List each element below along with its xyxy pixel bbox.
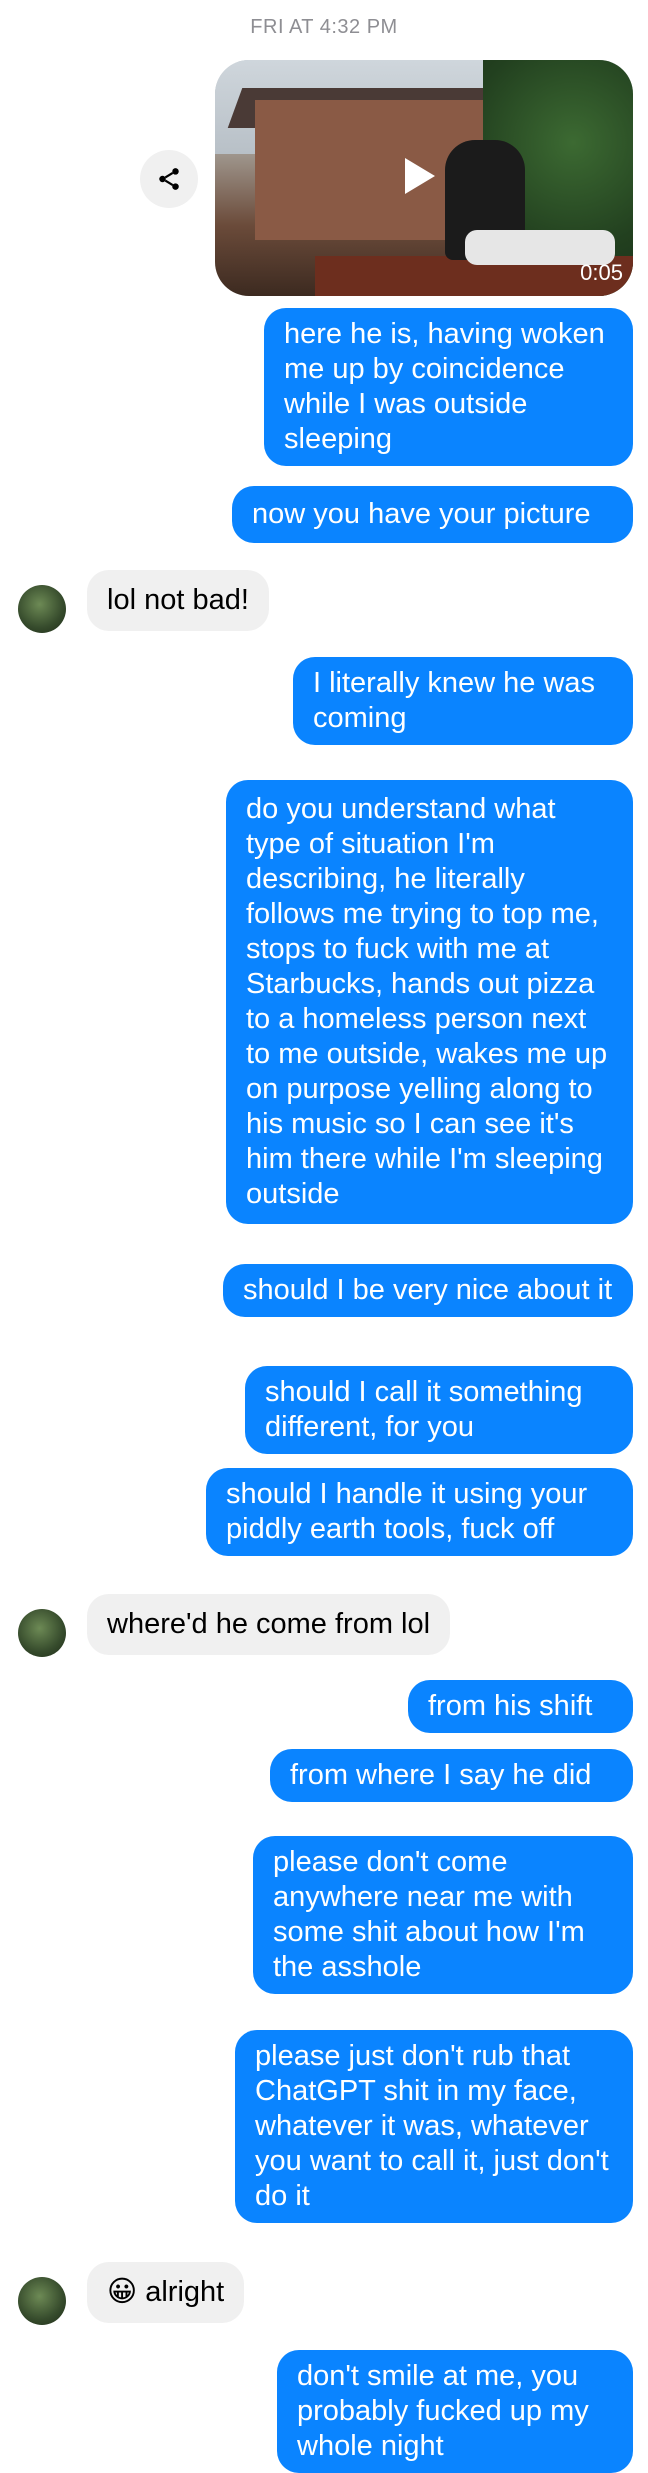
- message-text: here he is, having woken me up by coinci…: [284, 318, 605, 455]
- message-text: please just don't rub that ChatGPT shit …: [255, 2040, 609, 2212]
- share-icon: [159, 168, 179, 190]
- message-bubble-incoming[interactable]: 😀 alright: [87, 2262, 245, 2323]
- message-text: from his shift: [428, 1690, 593, 1722]
- smile-emoji-icon: 😀: [107, 2276, 138, 2308]
- avatar[interactable]: [18, 2277, 66, 2325]
- video-attachment[interactable]: 0:05: [215, 60, 633, 296]
- message-bubble-outgoing[interactable]: should I handle it using your piddly ear…: [206, 1468, 633, 1556]
- share-button[interactable]: [140, 150, 198, 208]
- message-text: lol not bad!: [107, 584, 249, 616]
- message-text: don't smile at me, you probably fucked u…: [297, 2360, 589, 2462]
- message-text: should I handle it using your piddly ear…: [226, 1478, 588, 1545]
- message-text: do you understand what type of situation…: [246, 793, 608, 1210]
- message-bubble-incoming[interactable]: where'd he come from lol: [87, 1594, 451, 1655]
- message-bubble-outgoing[interactable]: from where I say he did: [270, 1749, 633, 1802]
- message-bubble-outgoing[interactable]: should I call it something different, fo…: [245, 1366, 633, 1454]
- message-bubble-outgoing[interactable]: do you understand what type of situation…: [226, 780, 633, 1224]
- message-bubble-outgoing[interactable]: please don't come anywhere near me with …: [253, 1836, 633, 1994]
- message-bubble-outgoing[interactable]: don't smile at me, you probably fucked u…: [277, 2350, 633, 2473]
- message-text: should I call it something different, fo…: [265, 1376, 583, 1443]
- message-bubble-outgoing[interactable]: should I be very nice about it: [223, 1264, 633, 1317]
- message-text: should I be very nice about it: [243, 1274, 613, 1306]
- avatar[interactable]: [18, 1609, 66, 1657]
- message-text: please don't come anywhere near me with …: [273, 1846, 585, 1983]
- avatar[interactable]: [18, 585, 66, 633]
- message-text: alright: [145, 2276, 225, 2308]
- video-duration: 0:05: [580, 260, 623, 285]
- play-icon[interactable]: [405, 158, 435, 194]
- message-bubble-outgoing[interactable]: now you have your picture: [232, 486, 633, 543]
- message-bubble-incoming[interactable]: lol not bad!: [87, 570, 269, 631]
- message-bubble-outgoing[interactable]: here he is, having woken me up by coinci…: [264, 308, 633, 466]
- message-text: where'd he come from lol: [107, 1608, 431, 1640]
- message-bubble-outgoing[interactable]: from his shift: [408, 1680, 633, 1733]
- message-text: now you have your picture: [252, 498, 591, 530]
- message-text: from where I say he did: [290, 1759, 592, 1791]
- message-bubble-outgoing[interactable]: I literally knew he was coming: [293, 657, 633, 745]
- conversation-timestamp: FRI AT 4:32 PM: [250, 16, 398, 38]
- message-bubble-outgoing[interactable]: please just don't rub that ChatGPT shit …: [235, 2030, 633, 2223]
- message-text: I literally knew he was coming: [313, 667, 596, 734]
